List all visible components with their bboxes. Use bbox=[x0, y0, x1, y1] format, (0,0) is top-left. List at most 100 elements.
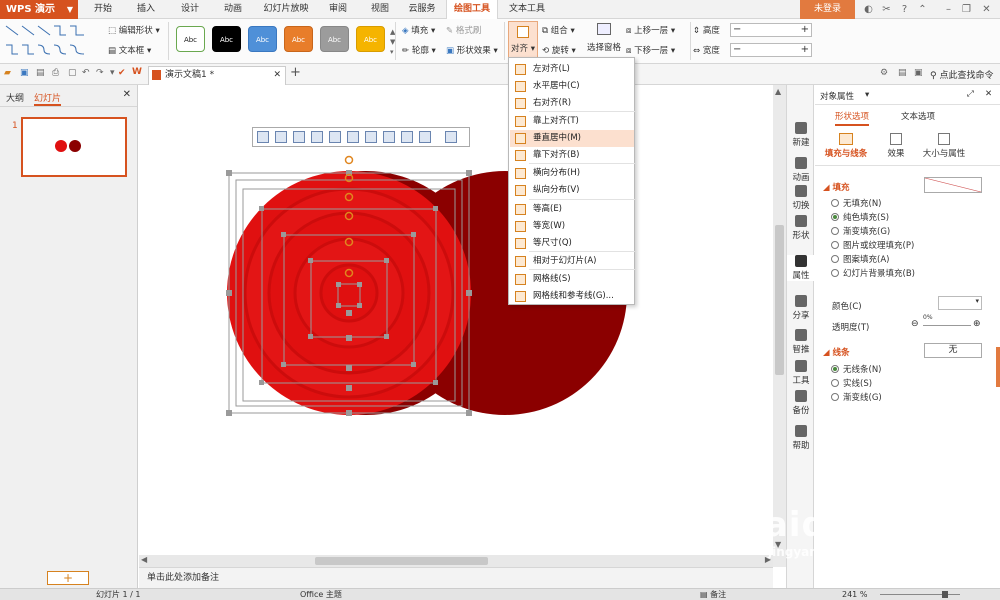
increment-button[interactable]: + bbox=[801, 44, 809, 56]
tab-outline[interactable]: 大纲 bbox=[6, 91, 24, 104]
tab-text-options[interactable]: 文本选项 bbox=[901, 110, 935, 122]
menu-item-equal-size[interactable]: 等尺寸(Q) bbox=[510, 235, 634, 252]
more-icon[interactable]: ▾ bbox=[110, 68, 115, 78]
fill-option[interactable]: 图案填充(A) bbox=[831, 253, 889, 265]
find-command-button[interactable]: ⚲ 点此查找命令 bbox=[930, 68, 993, 81]
line-option[interactable]: 无线条(N) bbox=[831, 363, 882, 375]
open-icon[interactable]: ▰ bbox=[4, 68, 11, 78]
decrement-button[interactable]: − bbox=[733, 24, 741, 36]
menu-item-distribute-horizontal[interactable]: 横向分布(H) bbox=[510, 165, 634, 182]
width-input[interactable]: − + bbox=[730, 43, 812, 57]
menu-item-align-center[interactable]: 水平居中(C) bbox=[510, 78, 634, 95]
shirt-icon[interactable]: ✂ bbox=[880, 3, 893, 16]
align-option-icon[interactable] bbox=[293, 131, 305, 143]
vertical-scrollbar[interactable]: ▲ ▼ bbox=[773, 85, 786, 567]
radio-button[interactable] bbox=[831, 213, 839, 221]
height-input[interactable]: − + bbox=[730, 23, 812, 37]
format-brush-button[interactable]: ✎ 格式刷 bbox=[446, 24, 481, 36]
tab-drawing-tools[interactable]: 绘图工具 bbox=[446, 0, 498, 19]
slide-canvas[interactable] bbox=[139, 85, 773, 555]
send-backward-button[interactable]: ⧈ 下移一层 ▾ bbox=[626, 44, 675, 56]
chevron-down-icon[interactable]: ▾ bbox=[865, 90, 869, 100]
close-tab-icon[interactable]: ✕ bbox=[273, 67, 281, 84]
slide-thumbnail[interactable] bbox=[21, 117, 127, 177]
radio-button[interactable] bbox=[831, 199, 839, 207]
shape-style-5[interactable]: Abc bbox=[320, 26, 349, 52]
shape-style-4[interactable]: Abc bbox=[284, 26, 313, 52]
radio-button[interactable] bbox=[831, 393, 839, 401]
sidebar-item-properties[interactable]: 属性 bbox=[787, 255, 815, 281]
preview-icon[interactable]: ▢ bbox=[68, 68, 77, 78]
fill-option[interactable]: 渐变填充(G) bbox=[831, 225, 890, 237]
align-option-icon[interactable] bbox=[347, 131, 359, 143]
tools-icon[interactable]: ⚙ bbox=[880, 68, 888, 78]
decrease-icon[interactable]: ⊖ bbox=[911, 319, 919, 329]
align-option-icon[interactable] bbox=[311, 131, 323, 143]
menu-item-relative-to-slide[interactable]: 相对于幻灯片(A) bbox=[510, 253, 634, 270]
tab-design[interactable]: 设计 bbox=[172, 0, 208, 19]
line-section-header[interactable]: ◢ 线条 bbox=[823, 346, 850, 358]
tab-home[interactable]: 开始 bbox=[85, 0, 121, 19]
size-properties-tab[interactable]: 大小与属性 bbox=[919, 133, 969, 159]
brush-icon[interactable]: ✔ bbox=[118, 68, 126, 78]
sidebar-item-tools[interactable]: 工具 bbox=[787, 360, 815, 386]
redo-icon[interactable]: ↷ bbox=[96, 68, 104, 78]
radio-button[interactable] bbox=[831, 241, 839, 249]
rotate-button[interactable]: ⟲ 旋转 ▾ bbox=[542, 44, 576, 56]
menu-item-align-bottom[interactable]: 靠下对齐(B) bbox=[510, 147, 634, 164]
help-icon[interactable]: ? bbox=[898, 3, 911, 16]
pin-icon[interactable]: ⤢ bbox=[967, 89, 974, 99]
undo-icon[interactable]: ↶ bbox=[82, 68, 90, 78]
tab-shape-options[interactable]: 形状选项 bbox=[835, 110, 870, 126]
new-tab-button[interactable]: + bbox=[290, 65, 301, 80]
tab-insert[interactable]: 插入 bbox=[128, 0, 164, 19]
menu-item-align-middle[interactable]: 垂直居中(M) bbox=[510, 130, 634, 147]
shape-style-3[interactable]: Abc bbox=[248, 26, 277, 52]
shape-style-6[interactable]: Abc bbox=[356, 26, 385, 52]
tab-view[interactable]: 视图 bbox=[362, 0, 398, 19]
radio-button[interactable] bbox=[831, 255, 839, 263]
bring-forward-button[interactable]: ⧈ 上移一层 ▾ bbox=[626, 24, 675, 36]
zoom-slider[interactable] bbox=[880, 594, 960, 595]
align-option-icon[interactable] bbox=[257, 131, 269, 143]
align-option-icon[interactable] bbox=[445, 131, 457, 143]
document-tab[interactable]: 演示文稿1 * ✕ bbox=[148, 66, 286, 85]
save-icon[interactable]: ▣ bbox=[20, 68, 29, 78]
fill-option[interactable]: 图片或纹理填充(P) bbox=[831, 239, 914, 251]
shape-effect-button[interactable]: ▣ 形状效果 ▾ bbox=[446, 44, 498, 56]
shape-style-2[interactable]: Abc bbox=[212, 26, 241, 52]
radio-button[interactable] bbox=[831, 365, 839, 373]
fill-option[interactable]: 纯色填充(S) bbox=[831, 211, 889, 223]
menu-item-align-top[interactable]: 靠上对齐(T) bbox=[510, 113, 634, 130]
tab-text-tools[interactable]: 文本工具 bbox=[502, 0, 552, 19]
sidebar-item-help[interactable]: 帮助 bbox=[787, 425, 815, 451]
selection-pane-button[interactable]: 选择窗格 bbox=[584, 23, 624, 53]
align-button[interactable]: 对齐 ▾ bbox=[508, 21, 538, 59]
increment-button[interactable]: + bbox=[801, 24, 809, 36]
menu-item-gridlines-and-guides[interactable]: 网格线和参考线(G)... bbox=[510, 288, 634, 305]
align-option-icon[interactable] bbox=[419, 131, 431, 143]
menu-item-distribute-vertical[interactable]: 纵向分布(V) bbox=[510, 182, 634, 199]
wps-icon[interactable]: W bbox=[132, 67, 142, 77]
align-option-icon[interactable] bbox=[365, 131, 377, 143]
sidebar-item-backup[interactable]: 备份 bbox=[787, 390, 815, 416]
sidebar-item-transition[interactable]: 切换 bbox=[787, 185, 815, 211]
transparency-slider[interactable]: ⊖ 0% ⊕ bbox=[911, 314, 983, 333]
tab-slides[interactable]: 幻灯片 bbox=[34, 91, 62, 106]
tab-cloud[interactable]: 云服务 bbox=[402, 0, 442, 19]
text-box-button[interactable]: ▤ 文本框 ▾ bbox=[108, 44, 151, 56]
fill-option[interactable]: 无填充(N) bbox=[831, 197, 882, 209]
panel-edge-tab[interactable] bbox=[996, 347, 1000, 387]
close-icon[interactable]: ✕ bbox=[980, 3, 993, 16]
align-option-icon[interactable] bbox=[383, 131, 395, 143]
align-option-icon[interactable] bbox=[401, 131, 413, 143]
sidebar-item-recommend[interactable]: 智推 bbox=[787, 329, 815, 355]
zoom-thumb[interactable] bbox=[942, 591, 948, 598]
close-icon[interactable]: ✕ bbox=[985, 89, 992, 99]
scroll-thumb[interactable] bbox=[315, 557, 488, 565]
shape-gallery[interactable] bbox=[4, 23, 92, 59]
line-option[interactable]: 实线(S) bbox=[831, 377, 872, 389]
notes-area[interactable]: 单击此处添加备注 bbox=[139, 567, 773, 588]
tab-review[interactable]: 审阅 bbox=[320, 0, 356, 19]
decrement-button[interactable]: − bbox=[733, 44, 741, 56]
